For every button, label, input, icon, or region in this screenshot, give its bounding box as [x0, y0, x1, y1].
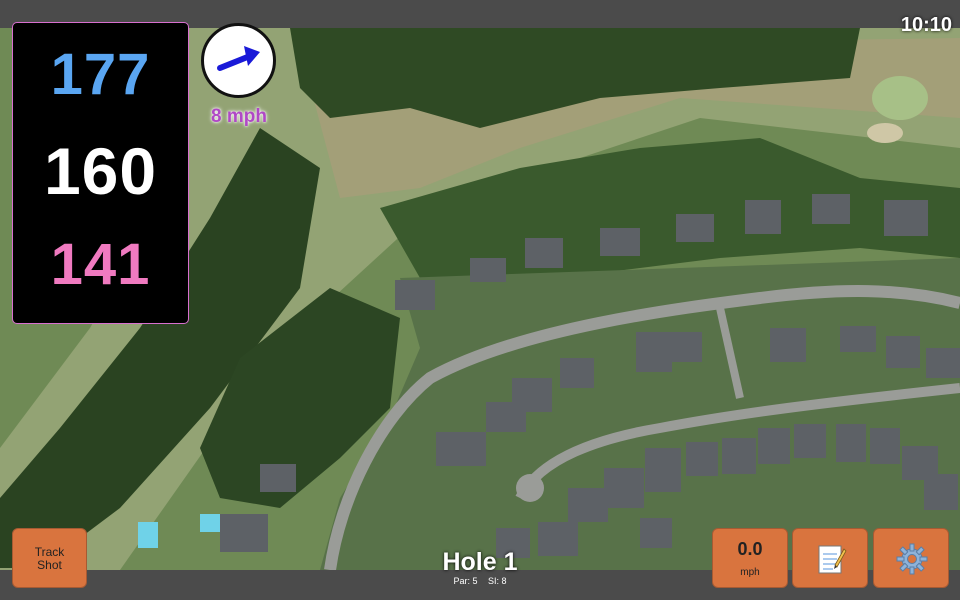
speed-unit: mph: [740, 567, 760, 578]
clock-time: 10:10: [900, 14, 952, 36]
notepad-icon: [818, 545, 847, 574]
middle-distance: 160: [43, 134, 158, 208]
notes-button[interactable]: [792, 528, 868, 588]
speed-value: 0.0: [737, 539, 763, 559]
hole-title: Hole 1: [442, 548, 518, 576]
speed-button[interactable]: 0.0 mph: [712, 528, 788, 588]
gear-icon: [896, 543, 928, 575]
hole-si: SI: 8: [488, 576, 507, 586]
track-shot-button[interactable]: Track Shot: [12, 528, 87, 588]
front-distance: 141: [50, 232, 151, 297]
wind-indicator: [201, 23, 276, 98]
distance-panel: 177 160 141: [12, 22, 189, 324]
hole-meta: Par: 5 SI: 8: [380, 576, 580, 586]
track-shot-label-line2: Shot: [37, 558, 62, 572]
back-distance: 177: [50, 42, 151, 107]
arrow-right-icon: [217, 46, 260, 71]
wind-speed: 8 mph: [211, 106, 267, 127]
settings-button[interactable]: [873, 528, 949, 588]
hole-par: Par: 5: [453, 576, 478, 586]
